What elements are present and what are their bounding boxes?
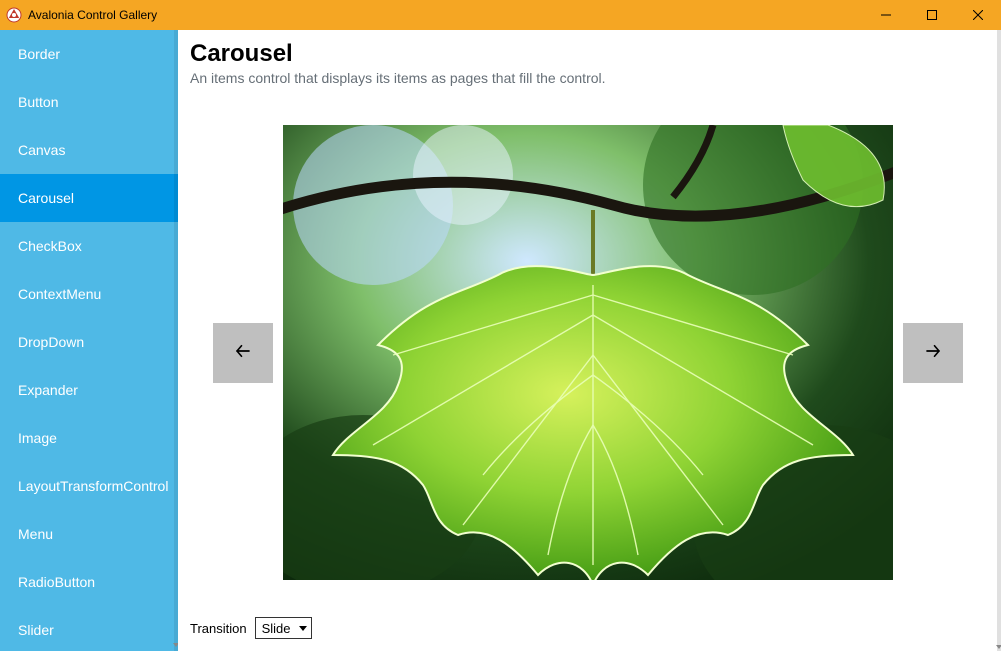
minimize-button[interactable] [863,0,909,30]
sidebar-item-checkbox[interactable]: CheckBox [0,222,178,270]
sidebar-item-label: ContextMenu [18,286,101,302]
content-scrollbar[interactable] [997,30,1001,651]
sidebar: Border Button Canvas Carousel CheckBox C… [0,30,178,651]
sidebar-item-label: Canvas [18,142,65,158]
maximize-button[interactable] [909,0,955,30]
sidebar-item-image[interactable]: Image [0,414,178,462]
sidebar-item-contextmenu[interactable]: ContextMenu [0,270,178,318]
page-description: An items control that displays its items… [190,70,985,86]
sidebar-item-label: CheckBox [18,238,82,254]
carousel-next-button[interactable] [903,323,963,383]
sidebar-item-label: Image [18,430,57,446]
chevron-down-icon [997,645,1001,649]
arrow-left-icon [234,342,252,363]
sidebar-item-menu[interactable]: Menu [0,510,178,558]
sidebar-item-radiobutton[interactable]: RadioButton [0,558,178,606]
title-bar: Avalonia Control Gallery [0,0,1001,30]
sidebar-item-label: RadioButton [18,574,95,590]
sidebar-item-expander[interactable]: Expander [0,366,178,414]
app-icon [6,7,22,23]
sidebar-item-label: Menu [18,526,53,542]
sidebar-item-slider[interactable]: Slider [0,606,178,651]
sidebar-item-label: Border [18,46,60,62]
sidebar-item-button[interactable]: Button [0,78,178,126]
sidebar-item-dropdown[interactable]: DropDown [0,318,178,366]
sidebar-item-label: DropDown [18,334,84,350]
sidebar-item-border[interactable]: Border [0,30,178,78]
sidebar-item-canvas[interactable]: Canvas [0,126,178,174]
window-title: Avalonia Control Gallery [28,8,157,22]
sidebar-item-label: Expander [18,382,78,398]
sidebar-item-label: LayoutTransformControl [18,478,168,494]
client-area: Border Button Canvas Carousel CheckBox C… [0,30,1001,651]
carousel-prev-button[interactable] [213,323,273,383]
transition-select[interactable]: Slide [255,617,312,639]
carousel [190,96,985,609]
sidebar-item-label: Button [18,94,58,110]
sidebar-item-carousel[interactable]: Carousel [0,174,178,222]
page-title: Carousel [190,40,985,68]
transition-select-value: Slide [262,621,291,636]
chevron-down-icon [299,626,307,631]
arrow-right-icon [924,342,942,363]
close-button[interactable] [955,0,1001,30]
content-panel: Carousel An items control that displays … [178,30,997,651]
sidebar-item-layouttransformcontrol[interactable]: LayoutTransformControl [0,462,178,510]
carousel-image [283,125,893,580]
transition-row: Transition Slide [190,609,985,639]
sidebar-item-label: Carousel [18,190,74,206]
transition-label: Transition [190,621,247,636]
sidebar-item-label: Slider [18,622,54,638]
